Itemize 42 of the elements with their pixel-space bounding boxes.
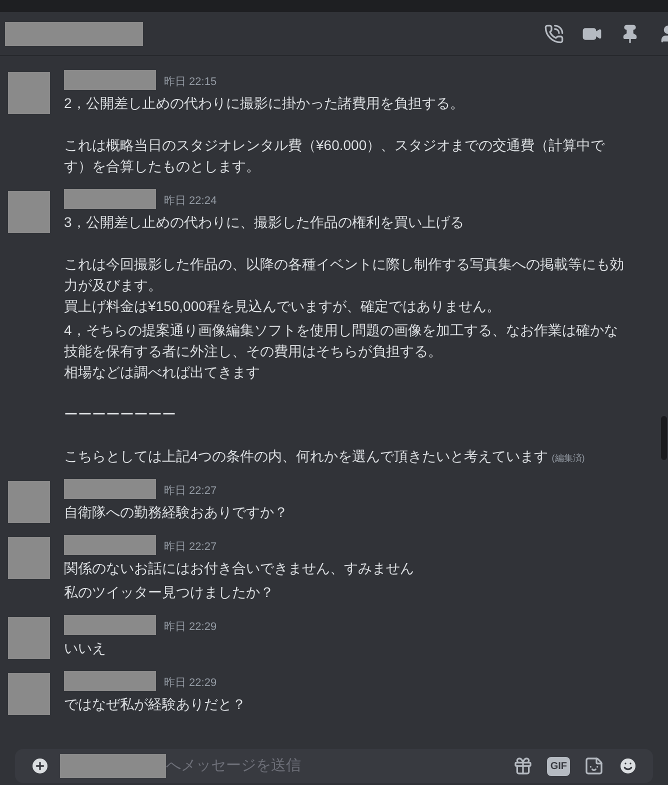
timestamp: 昨日 22:27 — [164, 484, 217, 498]
message-text: 2，公開差し止めの代わりに撮影に掛かった諸費用を負担する。 — [64, 94, 465, 113]
avatar[interactable] — [8, 617, 50, 659]
avatar[interactable] — [8, 72, 50, 114]
smiley-icon[interactable] — [618, 756, 638, 776]
gif-button[interactable]: GIF — [547, 756, 570, 776]
redacted-username[interactable] — [64, 671, 156, 691]
timestamp: 昨日 22:24 — [164, 194, 217, 208]
avatar[interactable] — [8, 673, 50, 715]
message-text: こちらとしては上記4つの条件の内、何れかを選んで頂きたいと考えています — [64, 447, 548, 466]
message-text: 相場などは調べれば出てきます — [64, 363, 261, 382]
message-text: 4，そちらの提案通り画像編集ソフトを使用し問題の画像を加工する、なお作業は確かな技能を保有する者に外注し、その費用はそちらが負担する。 — [64, 321, 619, 361]
timestamp: 昨日 22:15 — [164, 74, 217, 90]
edited-label: (編集済) — [552, 452, 585, 465]
message-text: 関係のないお話にはお付き合いできません、すみません — [64, 559, 415, 578]
timestamp: 昨日 22:29 — [164, 620, 217, 634]
message-input-field[interactable]: へメッセージを送信 GIF — [15, 749, 653, 783]
timestamp: 昨日 22:29 — [164, 676, 217, 690]
message-text: ーーーーーーーー — [64, 405, 177, 424]
gift-icon[interactable] — [513, 756, 534, 776]
phone-call-icon[interactable] — [544, 24, 564, 44]
redacted-username[interactable] — [64, 70, 156, 90]
message-text: これは今回撮影した作品の、以降の各種イベントに際し制作する写真集への掲載等にも効力が及びます。 — [64, 255, 624, 295]
add-icon[interactable] — [30, 756, 50, 776]
message-text: 自衛隊への勤務経験おありですか？ — [64, 503, 289, 522]
sticker-icon[interactable] — [584, 756, 604, 776]
message-text: 買上げ料金は¥150,000程を見込んでいますが、確定ではありません。 — [64, 297, 502, 316]
avatar[interactable] — [8, 537, 50, 579]
placeholder-text: へメッセージを送信 — [166, 756, 301, 776]
scrollbar-thumb[interactable] — [661, 416, 667, 460]
message-text: いいえ — [64, 639, 107, 658]
message-text: これは概略当日のスタジオレンタル費（¥60.000）、スタジオまでの交通費（計算中です）を合算したものとします。 — [64, 136, 606, 176]
redacted-username[interactable] — [64, 535, 156, 555]
timestamp: 昨日 22:27 — [164, 540, 217, 554]
redacted-username[interactable] — [64, 479, 156, 499]
redacted-username[interactable] — [64, 615, 156, 635]
message-text: ではなぜ私が経験ありだと？ — [64, 695, 247, 714]
message-text: 3，公開差し止めの代わりに、撮影した作品の権利を買い上げる — [64, 213, 465, 232]
avatar[interactable] — [8, 481, 50, 523]
avatar[interactable] — [8, 191, 50, 233]
message-text: 私のツイッター見つけましたか？ — [64, 583, 275, 602]
redacted-username[interactable] — [64, 189, 156, 209]
